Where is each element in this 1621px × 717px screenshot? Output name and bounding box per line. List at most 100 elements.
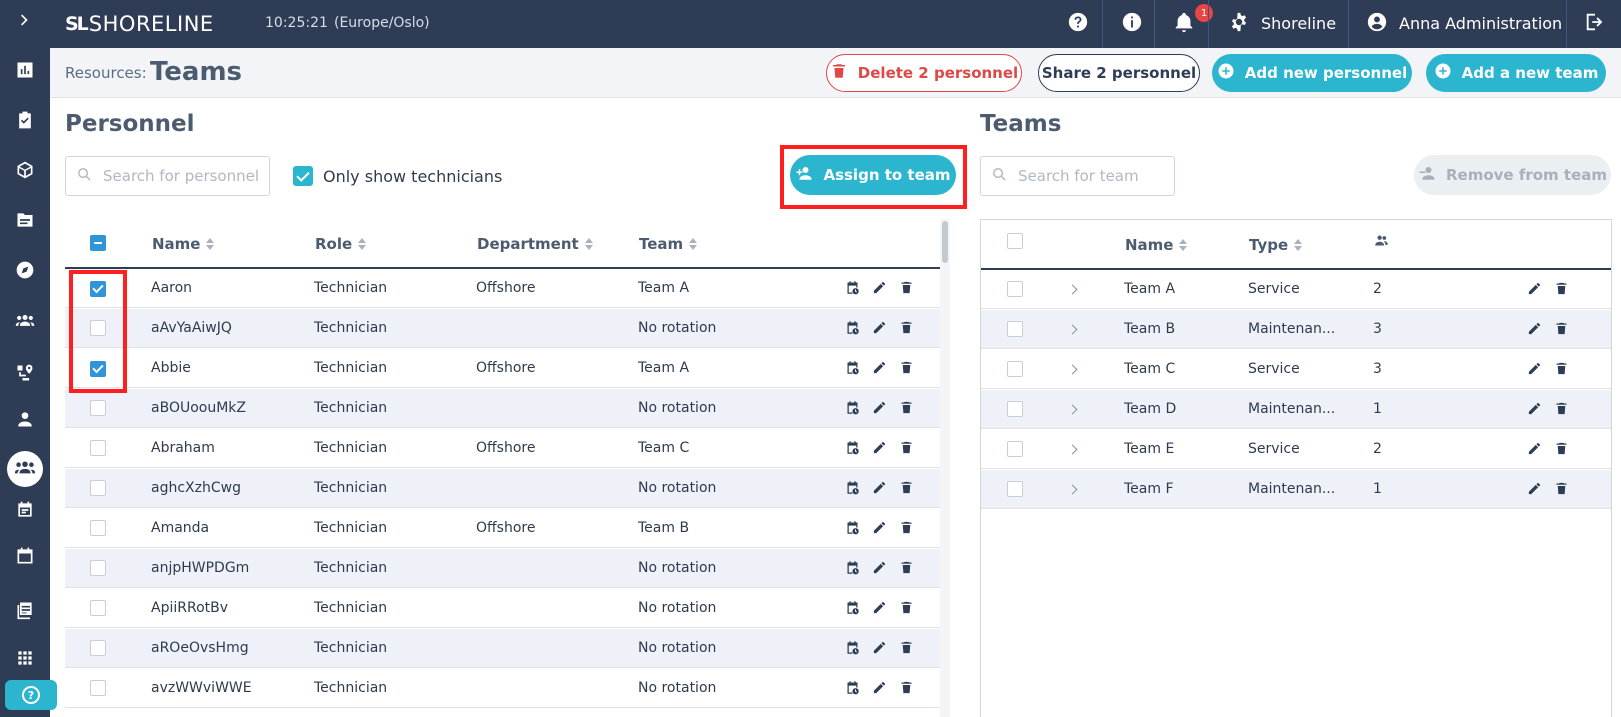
delete-icon[interactable] [899,440,914,459]
expand-row-button[interactable] [1067,324,1078,335]
notifications-button[interactable] [1170,10,1198,38]
edit-icon[interactable] [872,480,887,499]
nav-users[interactable] [0,401,50,441]
delete-icon[interactable] [1554,281,1569,300]
schedule-icon[interactable] [845,520,860,539]
nav-planner[interactable] [0,492,50,532]
team-row[interactable]: Team B Maintenan... 3 [981,310,1611,349]
nav-explore[interactable] [0,252,50,292]
row-checkbox[interactable] [90,360,106,377]
expand-row-button[interactable] [1067,404,1078,415]
column-name[interactable]: Name [152,235,215,253]
team-search[interactable] [980,156,1175,196]
delete-icon[interactable] [899,480,914,499]
personnel-search[interactable] [65,156,270,196]
add-team-button[interactable]: Add a new team [1426,54,1606,92]
team-row[interactable]: Team C Service 3 [981,350,1611,389]
row-checkbox[interactable] [90,400,106,420]
edit-icon[interactable] [872,320,887,339]
schedule-icon[interactable] [845,640,860,659]
edit-icon[interactable] [1527,281,1542,300]
column-member-count[interactable] [1374,233,1389,252]
edit-icon[interactable] [872,600,887,619]
delete-icon[interactable] [899,320,914,339]
team-row-checkbox[interactable] [1007,281,1023,301]
table-row[interactable]: aBOUoouMkZ Technician No rotation [65,389,940,428]
expand-row-button[interactable] [1067,444,1078,455]
table-row[interactable]: avzWWviWWE Technician No rotation [65,669,940,708]
nav-teams-active[interactable] [0,446,50,492]
schedule-icon[interactable] [845,440,860,459]
only-technicians-toggle[interactable]: Only show technicians [293,166,502,186]
share-personnel-button[interactable]: Share 2 personnel [1038,54,1200,92]
schedule-icon[interactable] [845,480,860,499]
edit-icon[interactable] [872,560,887,579]
row-checkbox[interactable] [90,440,106,460]
team-row[interactable]: Team D Maintenan... 1 [981,390,1611,429]
delete-icon[interactable] [899,360,914,379]
table-row[interactable]: anjpHWPDGm Technician No rotation [65,549,940,588]
info-button[interactable] [1118,10,1146,38]
delete-icon[interactable] [1554,401,1569,420]
row-checkbox[interactable] [90,280,106,297]
brand-logo[interactable]: SL SHORELINE [65,10,214,38]
logout-button[interactable] [1581,10,1609,38]
row-checkbox[interactable] [90,640,106,660]
team-row-checkbox[interactable] [1007,361,1023,381]
expand-sidebar-button[interactable] [0,2,50,42]
help-button[interactable]: ? [5,680,57,710]
team-row[interactable]: Team E Service 2 [981,430,1611,469]
delete-icon[interactable] [899,640,914,659]
schedule-icon[interactable] [845,360,860,379]
edit-icon[interactable] [872,520,887,539]
expand-row-button[interactable] [1067,484,1078,495]
edit-icon[interactable] [1527,361,1542,380]
edit-icon[interactable] [872,440,887,459]
team-row[interactable]: Team F Maintenan... 1 [981,470,1611,509]
edit-icon[interactable] [872,360,887,379]
row-checkbox[interactable] [90,480,106,500]
nav-routes[interactable] [0,355,50,395]
nav-reports[interactable] [0,592,50,632]
column-department[interactable]: Department [477,235,593,253]
table-row[interactable]: Aaron Technician Offshore Team A [65,269,940,308]
delete-icon[interactable] [1554,361,1569,380]
nav-tasks[interactable] [0,102,50,142]
team-search-input[interactable] [1018,167,1163,185]
schedule-icon[interactable] [845,600,860,619]
edit-icon[interactable] [872,680,887,699]
table-row[interactable]: Abraham Technician Offshore Team C [65,429,940,468]
delete-icon[interactable] [1554,481,1569,500]
edit-icon[interactable] [872,280,887,299]
column-team-name[interactable]: Name [1125,236,1188,254]
table-row[interactable]: aROeOvsHmg Technician No rotation [65,629,940,668]
delete-icon[interactable] [899,520,914,539]
team-row-checkbox[interactable] [1007,401,1023,421]
delete-personnel-button[interactable]: Delete 2 personnel [826,54,1022,92]
user-menu-button[interactable] [1363,10,1391,38]
row-checkbox[interactable] [90,560,106,580]
table-row[interactable]: aghcXzhCwg Technician No rotation [65,469,940,508]
row-checkbox[interactable] [90,680,106,700]
table-row[interactable]: aAvYaAiwJQ Technician No rotation [65,309,940,348]
delete-icon[interactable] [1554,321,1569,340]
nav-inventory[interactable] [0,152,50,192]
row-checkbox[interactable] [90,600,106,620]
expand-row-button[interactable] [1067,284,1078,295]
column-team-type[interactable]: Type [1249,236,1303,254]
edit-icon[interactable] [1527,401,1542,420]
row-checkbox[interactable] [90,520,106,540]
user-name[interactable]: Anna Administration [1399,14,1562,33]
schedule-icon[interactable] [845,320,860,339]
column-team[interactable]: Team [639,235,698,253]
select-all-teams-checkbox[interactable] [1007,233,1023,253]
delete-icon[interactable] [1554,441,1569,460]
team-row-checkbox[interactable] [1007,481,1023,501]
edit-icon[interactable] [1527,441,1542,460]
delete-icon[interactable] [899,600,914,619]
delete-icon[interactable] [899,560,914,579]
nav-calendar[interactable] [0,538,50,578]
personnel-scrollbar[interactable] [940,219,950,717]
team-row[interactable]: Team A Service 2 [981,270,1611,309]
delete-icon[interactable] [899,280,914,299]
